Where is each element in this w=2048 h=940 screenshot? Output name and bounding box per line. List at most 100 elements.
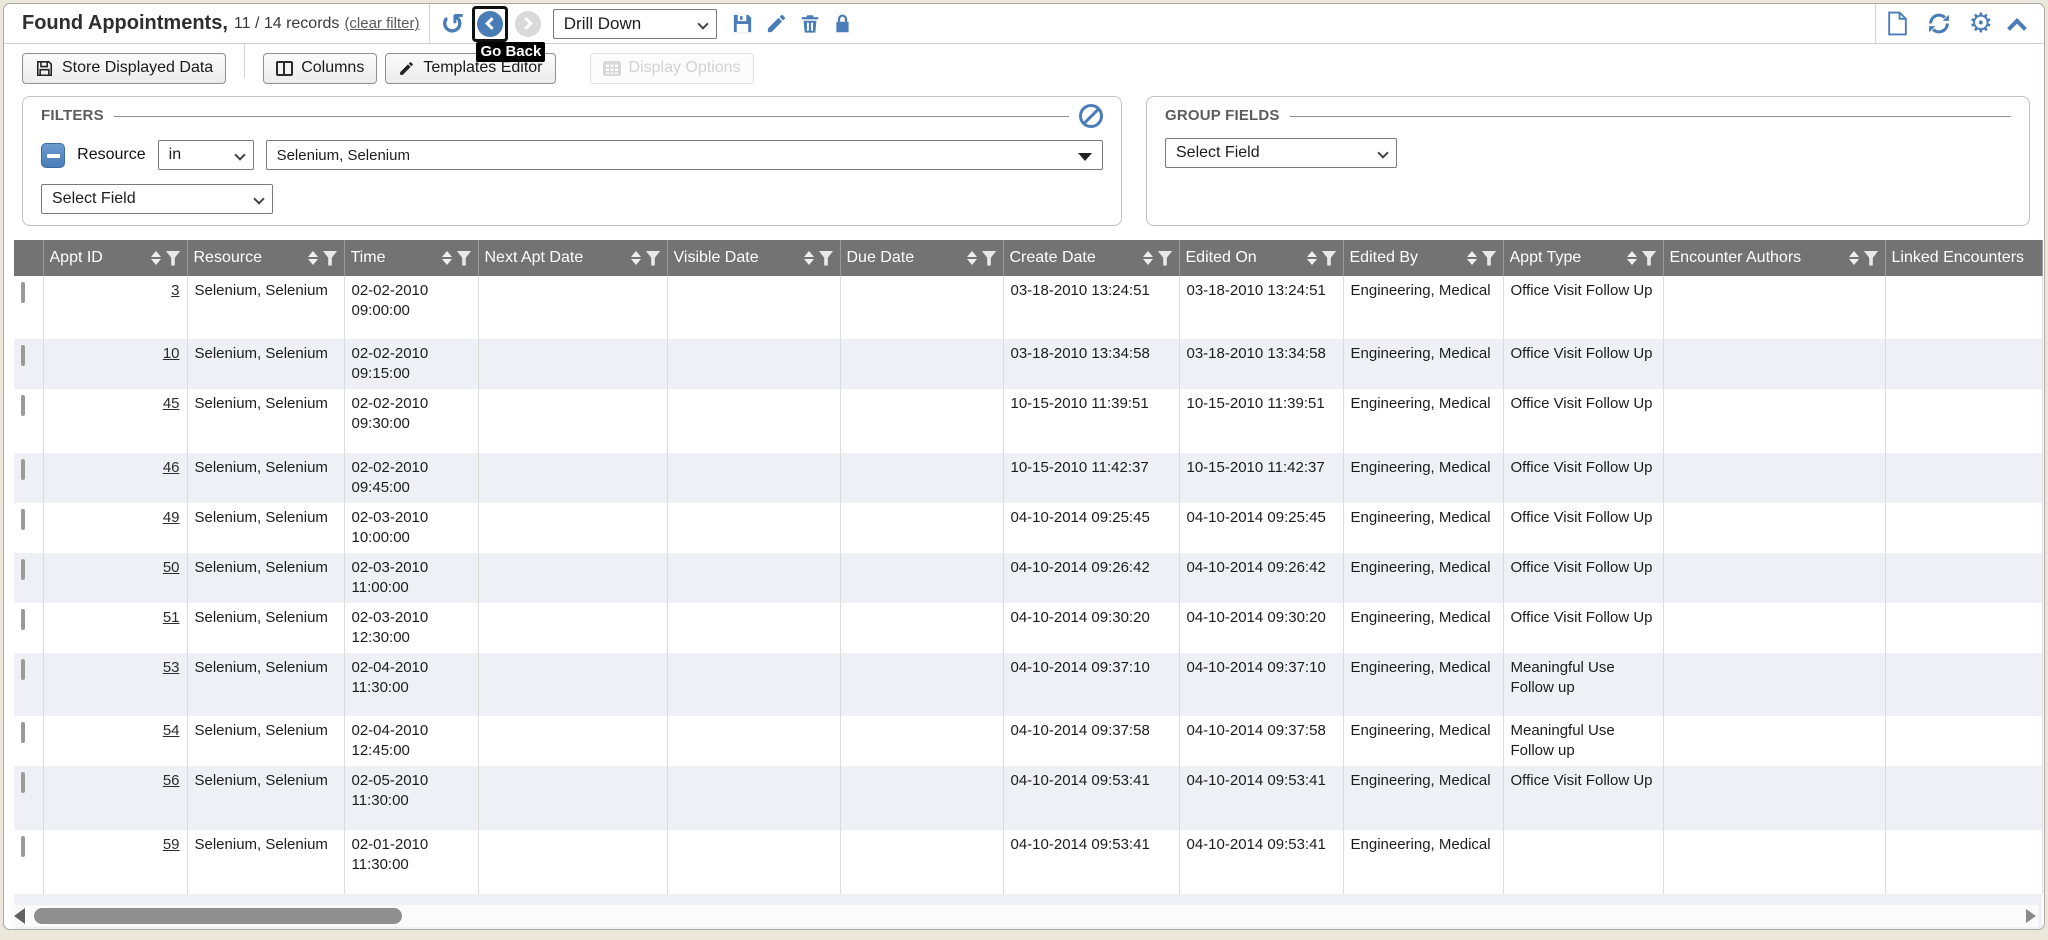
column-header-visible_date[interactable]: Visible Date — [667, 240, 840, 276]
row-checkbox[interactable] — [21, 559, 25, 580]
sort-icon[interactable] — [967, 251, 977, 265]
filter-funnel-icon[interactable] — [819, 251, 834, 266]
row-checkbox[interactable] — [21, 836, 25, 857]
column-header-edited_on[interactable]: Edited On — [1179, 240, 1343, 276]
appt-id-link[interactable]: 51 — [163, 609, 180, 626]
sort-icon[interactable] — [1467, 251, 1477, 265]
cell-visible_date — [667, 276, 840, 339]
sort-icon[interactable] — [442, 251, 452, 265]
edit-view-icon[interactable] — [765, 12, 788, 35]
row-checkbox[interactable] — [21, 722, 25, 743]
cell-due_date — [840, 389, 1003, 453]
cell-edited_by: Engineering, Medical — [1343, 276, 1503, 339]
sort-icon[interactable] — [631, 251, 641, 265]
go-back-icon[interactable] — [477, 11, 503, 37]
new-document-icon[interactable] — [1886, 11, 1909, 36]
lock-view-icon[interactable] — [832, 12, 853, 35]
appt-id-link[interactable]: 45 — [163, 395, 180, 412]
settings-gear-icon[interactable]: ⚙ — [1969, 11, 1993, 37]
filter-funnel-icon[interactable] — [982, 251, 997, 266]
sort-icon[interactable] — [308, 251, 318, 265]
column-header-due_date[interactable]: Due Date — [840, 240, 1003, 276]
cell-check — [14, 503, 43, 553]
cell-time: 02-03-201010:00:00 — [344, 503, 478, 553]
cell-id: 59 — [43, 830, 187, 894]
sort-icon[interactable] — [1849, 251, 1859, 265]
scroll-right-icon[interactable] — [2026, 909, 2036, 923]
cell-create_date: 03-18-2010 13:24:51 — [1003, 276, 1179, 339]
appt-id-link[interactable]: 49 — [163, 509, 180, 526]
filter-funnel-icon[interactable] — [457, 251, 472, 266]
store-displayed-data-button[interactable]: Store Displayed Data — [22, 53, 226, 84]
row-checkbox[interactable] — [21, 609, 25, 630]
column-header-resource[interactable]: Resource — [187, 240, 344, 276]
group-fields-panel: GROUP FIELDS Select Field — [1146, 96, 2030, 226]
filter-operator-select[interactable]: in — [158, 140, 254, 170]
scroll-left-icon[interactable] — [14, 908, 25, 924]
column-header-id[interactable]: Appt ID — [43, 240, 187, 276]
column-header-encounter_authors[interactable]: Encounter Authors — [1663, 240, 1885, 276]
row-checkbox[interactable] — [21, 459, 25, 480]
delete-view-icon[interactable] — [799, 12, 821, 35]
filter-funnel-icon[interactable] — [646, 251, 661, 266]
filter-funnel-icon[interactable] — [1158, 251, 1173, 266]
sort-icon[interactable] — [804, 251, 814, 265]
cell-due_date — [840, 603, 1003, 653]
cell-time: 02-04-201011:30:00 — [344, 653, 478, 716]
header-select-all[interactable] — [14, 240, 43, 276]
filter-funnel-icon[interactable] — [323, 251, 338, 266]
appt-id-link[interactable]: 46 — [163, 459, 180, 476]
appt-id-link[interactable]: 59 — [163, 836, 180, 853]
clear-filter-link[interactable]: (clear filter) — [344, 15, 419, 32]
appt-id-link[interactable]: 50 — [163, 559, 180, 576]
row-checkbox[interactable] — [21, 772, 25, 793]
appt-id-link[interactable]: 54 — [163, 722, 180, 739]
filter-funnel-icon[interactable] — [1864, 251, 1879, 266]
go-forward-icon[interactable] — [515, 11, 541, 37]
column-header-edited_by[interactable]: Edited By — [1343, 240, 1503, 276]
filter-value-select[interactable]: Selenium, Selenium — [266, 140, 1103, 170]
cell-check — [14, 830, 43, 894]
appt-id-link[interactable]: 3 — [171, 282, 179, 299]
cell-due_date — [840, 766, 1003, 830]
sort-icon[interactable] — [1627, 251, 1637, 265]
row-checkbox[interactable] — [21, 509, 25, 530]
sort-icon[interactable] — [151, 251, 161, 265]
group-fields-title: GROUP FIELDS — [1165, 107, 1280, 128]
filter-funnel-icon[interactable] — [1322, 251, 1337, 266]
appt-id-link[interactable]: 56 — [163, 772, 180, 789]
column-header-appt_type[interactable]: Appt Type — [1503, 240, 1663, 276]
remove-filter-icon[interactable] — [41, 143, 65, 168]
cell-id: 50 — [43, 553, 187, 603]
scrollbar-thumb[interactable] — [34, 908, 402, 924]
row-checkbox[interactable] — [21, 659, 25, 680]
cell-resource: Selenium, Selenium — [187, 503, 344, 553]
filter-funnel-icon[interactable] — [166, 251, 181, 266]
sort-icon[interactable] — [1143, 251, 1153, 265]
cell-id: 51 — [43, 603, 187, 653]
refresh-icon[interactable] — [1926, 11, 1952, 36]
appt-id-link[interactable]: 53 — [163, 659, 180, 676]
group-field-select[interactable]: Select Field — [1165, 138, 1397, 168]
row-checkbox[interactable] — [21, 345, 25, 366]
save-view-icon[interactable] — [731, 12, 754, 35]
columns-button[interactable]: Columns — [263, 53, 377, 84]
add-filter-field-select[interactable]: Select Field — [41, 184, 273, 214]
sort-icon[interactable] — [1307, 251, 1317, 265]
cell-appt_type: Meaningful Use Follow up — [1503, 653, 1663, 716]
collapse-icon[interactable] — [2007, 18, 2027, 38]
cell-due_date — [840, 503, 1003, 553]
filter-funnel-icon[interactable] — [1642, 251, 1657, 266]
row-checkbox[interactable] — [21, 395, 25, 416]
display-options-button[interactable]: Display Options — [590, 53, 754, 84]
filter-funnel-icon[interactable] — [1482, 251, 1497, 266]
column-header-create_date[interactable]: Create Date — [1003, 240, 1179, 276]
cell-appt_type: Office Visit Follow Up — [1503, 276, 1663, 339]
undo-icon[interactable]: ↺ — [440, 11, 464, 37]
column-header-next_apt_date[interactable]: Next Apt Date — [478, 240, 667, 276]
clear-filters-icon[interactable] — [1079, 104, 1103, 128]
column-header-time[interactable]: Time — [344, 240, 478, 276]
row-checkbox[interactable] — [21, 282, 25, 303]
appt-id-link[interactable]: 10 — [163, 345, 180, 362]
view-select[interactable]: Drill Down — [553, 9, 717, 39]
